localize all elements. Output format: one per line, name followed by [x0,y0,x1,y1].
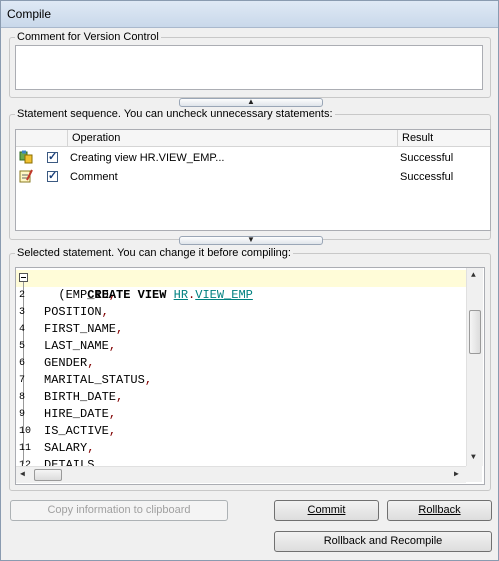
code-line: BIRTH_DATE, [44,390,124,404]
comment-input[interactable] [15,45,483,90]
scroll-left-icon[interactable]: ◀ [20,471,25,479]
code-line: (EMP_ID, [44,288,117,302]
code-line: POSITION, [44,305,109,319]
column-header-result[interactable]: Result [398,130,490,147]
sql-editor[interactable]: CREATE VIEW HR.VIEW_EMP 2 (EMP_ID, 3 POS… [15,267,485,485]
compile-dialog: Compile Comment for Version Control ▲ St… [0,0,499,561]
create-view-icon [19,150,33,164]
splitter-up-icon: ▲ [247,97,255,106]
schema-token: HR [173,288,189,302]
operation-cell: Comment [70,171,118,183]
code-line: MARITAL_STATUS, [44,373,153,387]
scroll-up-icon[interactable]: ▲ [471,272,476,280]
line-number: 5 [19,341,26,352]
vertical-scrollbar[interactable]: ▲ ▼ [466,268,483,466]
grid-header-blank [16,130,68,147]
row-checkbox[interactable]: ✓ [47,170,58,182]
line-number: 11 [19,443,32,454]
code-line: LAST_NAME, [44,339,117,353]
statement-grid: Operation Result ✓ Creating view HR.VIEW… [15,129,491,231]
line-number: 9 [19,409,26,420]
title-bar: Compile [1,1,498,28]
operation-cell: Creating view HR.VIEW_EMP... [70,152,225,164]
statement-group-label: Selected statement. You can change it be… [15,247,293,259]
line-number: 3 [19,307,26,318]
copy-to-clipboard-button[interactable]: Copy information to clipboard [10,500,228,521]
line-number: 4 [19,324,26,335]
line-number: 10 [19,426,32,437]
vertical-scroll-thumb[interactable] [469,310,481,354]
code-line: DETAILS [44,458,95,466]
rollback-recompile-button[interactable]: Rollback and Recompile [274,531,492,552]
line-number: 6 [19,358,26,369]
scroll-corner [466,466,482,482]
line-number: 7 [19,375,26,386]
commit-button-label: Commit [307,504,346,516]
splitter-down-icon: ▼ [247,235,255,244]
commit-button[interactable]: Commit [274,500,379,521]
window-title: Compile [7,7,52,21]
collapse-toggle-icon[interactable] [19,273,28,282]
comment-group-label: Comment for Version Control [15,31,161,43]
scroll-down-icon[interactable]: ▼ [471,454,476,462]
result-cell: Successful [400,171,454,183]
result-cell: Successful [400,152,454,164]
scroll-right-icon[interactable]: ▶ [454,471,459,479]
view-name-token: VIEW_EMP [195,288,253,302]
column-header-operation[interactable]: Operation [68,130,398,147]
code-line: SALARY, [44,441,95,455]
code-line: IS_ACTIVE, [44,424,117,438]
line-number: 8 [19,392,26,403]
sequence-group-label: Statement sequence. You can uncheck unne… [15,108,335,120]
rollback-button[interactable]: Rollback [387,500,492,521]
splitter-bottom[interactable]: ▼ [179,236,323,245]
row-checkbox[interactable]: ✓ [47,151,58,163]
comment-icon [19,169,33,183]
code-line: FIRST_NAME, [44,322,124,336]
code-line: HIRE_DATE, [44,407,117,421]
code-line: GENDER, [44,356,95,370]
splitter-top[interactable]: ▲ [179,98,323,107]
horizontal-scrollbar[interactable]: ◀ ▶ [16,466,466,483]
line-number: 2 [19,290,26,301]
horizontal-scroll-thumb[interactable] [34,469,62,481]
rollback-button-label: Rollback [418,504,461,516]
